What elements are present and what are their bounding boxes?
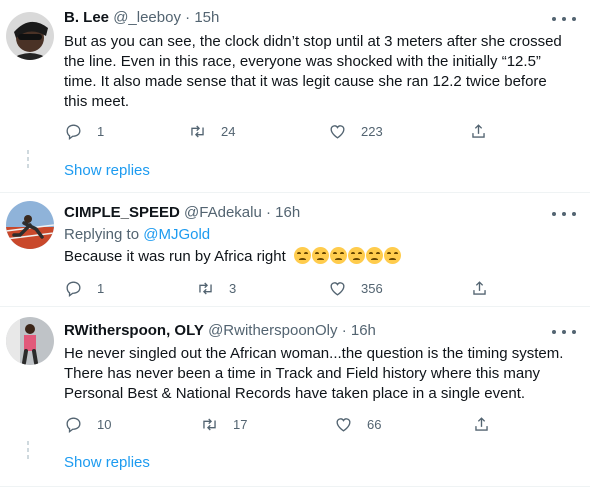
tweet-actions: 1 24 223	[64, 122, 504, 142]
avatar[interactable]	[6, 201, 54, 249]
replying-to-handle[interactable]: @MJGold	[143, 226, 210, 243]
share-icon	[473, 281, 486, 295]
avatar[interactable]	[6, 317, 54, 365]
separator-dot: ·	[185, 9, 191, 26]
separator-dot: ·	[341, 322, 347, 339]
tweet-header: RWitherspoon, OLY @RwitherspoonOly · 16h	[64, 321, 376, 341]
tweet-header: CIMPLE_SPEED @FAdekalu · 16h	[64, 203, 300, 223]
retweet-count: 24	[221, 124, 236, 139]
thread-connector	[26, 441, 30, 462]
tweet-3[interactable]: RWitherspoon, OLY @RwitherspoonOly · 16h…	[0, 307, 590, 495]
reply-count: 1	[97, 124, 105, 139]
reply-icon	[66, 417, 81, 433]
reply-button[interactable]: 1	[64, 122, 104, 141]
like-button[interactable]: 356	[328, 279, 383, 298]
display-name[interactable]: B. Lee	[64, 9, 109, 26]
tweet-actions: 10 17 66	[64, 415, 504, 435]
tweet-text: He never singled out the African woman..…	[64, 345, 564, 402]
reply-button[interactable]: 1	[64, 279, 104, 298]
user-handle[interactable]: @_leeboy	[113, 9, 181, 26]
unamused-face-emoji	[293, 247, 311, 264]
like-icon	[336, 418, 351, 432]
like-button[interactable]: 66	[334, 415, 381, 434]
user-handle[interactable]: @RwitherspoonOly	[208, 322, 337, 339]
show-replies-link[interactable]: Show replies	[64, 161, 150, 181]
display-name[interactable]: RWitherspoon, OLY	[64, 322, 204, 339]
timestamp[interactable]: 16h	[351, 322, 376, 339]
unamused-face-emoji	[311, 247, 329, 264]
share-icon	[475, 417, 488, 431]
more-icon[interactable]	[552, 323, 576, 341]
timestamp[interactable]: 15h	[194, 9, 219, 26]
like-count: 223	[361, 124, 383, 139]
share-icon	[472, 124, 485, 138]
retweet-button[interactable]: 3	[196, 279, 236, 298]
user-handle[interactable]: @FAdekalu	[184, 204, 262, 221]
like-count: 66	[367, 417, 382, 432]
share-button[interactable]	[470, 279, 489, 298]
tweet-2[interactable]: CIMPLE_SPEED @FAdekalu · 16h Replying to…	[0, 193, 590, 306]
avatar[interactable]	[6, 12, 54, 60]
like-icon	[330, 125, 345, 139]
tweet-header: B. Lee @_leeboy · 15h	[64, 8, 219, 28]
separator-dot: ·	[266, 204, 271, 221]
reply-icon	[66, 281, 81, 297]
more-icon[interactable]	[552, 205, 576, 223]
tweet-1[interactable]: B. Lee @_leeboy · 15h But as you can see…	[0, 0, 590, 192]
like-icon	[330, 282, 345, 296]
timestamp[interactable]: 16h	[275, 204, 300, 221]
tweet-actions: 1 3 356	[64, 279, 504, 299]
retweet-icon	[199, 282, 212, 295]
replying-to-label: Replying to	[64, 226, 140, 243]
unamused-face-emoji	[329, 247, 347, 264]
reply-count: 1	[97, 281, 105, 296]
retweet-button[interactable]: 24	[188, 122, 235, 141]
unamused-face-emoji	[383, 247, 401, 264]
reply-icon	[66, 124, 81, 140]
emoji-group	[293, 247, 402, 265]
retweet-icon	[203, 418, 216, 431]
show-replies-link[interactable]: Show replies	[64, 453, 150, 473]
share-button[interactable]	[472, 415, 491, 434]
tweet-text: But as you can see, the clock didn’t sto…	[64, 33, 562, 110]
reply-count: 10	[97, 417, 112, 432]
reply-button[interactable]: 10	[64, 415, 111, 434]
retweet-icon	[191, 125, 204, 138]
display-name[interactable]: CIMPLE_SPEED	[64, 204, 180, 221]
unamused-face-emoji	[365, 247, 383, 264]
retweet-button[interactable]: 17	[200, 415, 247, 434]
like-count: 356	[361, 281, 383, 296]
retweet-count: 17	[233, 417, 248, 432]
tweet-text: Because it was run by Africa right	[64, 247, 574, 267]
more-icon[interactable]	[552, 10, 576, 28]
retweet-count: 3	[229, 281, 237, 296]
thread-connector	[26, 150, 30, 171]
like-button[interactable]: 223	[328, 122, 383, 141]
divider	[0, 486, 590, 487]
share-button[interactable]	[469, 122, 488, 141]
replying-to: Replying to @MJGold	[64, 225, 210, 245]
unamused-face-emoji	[347, 247, 365, 264]
tweet-text-body: Because it was run by Africa right	[64, 248, 286, 265]
